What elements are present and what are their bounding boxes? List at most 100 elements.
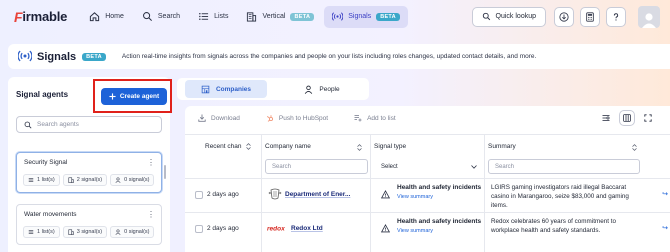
panel-title: Signal agents (16, 90, 69, 99)
table-toolbar: Download Push to HubSpot Add to list (185, 106, 670, 130)
list-icon (199, 13, 209, 20)
push-to-hubspot-label: Push to HubSpot (278, 114, 329, 122)
beta-badge: BETA (376, 12, 400, 21)
sort-icon[interactable] (357, 144, 362, 151)
column-label: Signal type (374, 143, 407, 150)
agent-card[interactable]: Security Signal ⋮ 1 list(s) 2 signal(s) … (16, 152, 162, 193)
tab-companies-label: Companies (215, 85, 252, 93)
agent-lists-count: 1 list(s) (23, 174, 60, 186)
summary-filter-input[interactable]: Search (488, 159, 640, 174)
nav-signals[interactable]: Signals BETA (324, 5, 408, 28)
more-options-icon[interactable]: ⋮ (147, 210, 155, 219)
user-avatar-icon (642, 12, 656, 28)
firmable-logo[interactable]: F irmable (14, 9, 67, 25)
table-view-controls (598, 110, 656, 126)
nav-signals-label: Signals (348, 13, 372, 20)
tab-people[interactable]: People (281, 80, 363, 98)
row-checkbox[interactable] (195, 191, 203, 199)
column-header-signal-type[interactable]: Signal type (374, 143, 406, 150)
agent-name: Security Signal (24, 159, 68, 166)
add-to-list-label: Add to list (367, 114, 396, 122)
view-summary-link[interactable]: View summary (397, 228, 481, 234)
nav-vertical[interactable]: Vertical BETA (238, 6, 322, 28)
help-icon (613, 12, 619, 21)
more-options-icon[interactable]: ⋮ (147, 158, 155, 167)
signal-type-cell: Health and safety incidents View summary (397, 184, 481, 200)
hubspot-icon (266, 115, 273, 122)
quick-lookup-button[interactable]: Quick lookup (471, 6, 546, 27)
filter-columns-button[interactable] (598, 110, 614, 126)
panel-resize-handle[interactable] (164, 165, 166, 179)
nav-vertical-label: Vertical (262, 13, 286, 20)
download-button[interactable] (554, 6, 574, 27)
building-icon (68, 177, 74, 183)
search-icon (142, 12, 152, 21)
nav-home[interactable]: Home (81, 6, 132, 28)
calculator-button[interactable] (580, 6, 600, 27)
agent-name: Water movements (24, 211, 77, 218)
avatar[interactable] (638, 5, 660, 28)
search-agents-input[interactable]: Search agents (16, 116, 162, 133)
create-agent-highlight: Create agent (93, 79, 172, 113)
column-label: Recent chan (205, 143, 242, 150)
columns-icon (623, 114, 631, 122)
add-to-list-action[interactable]: Add to list (354, 114, 396, 122)
open-details-icon[interactable]: ↪ (662, 224, 668, 232)
redox-logo: redox (267, 226, 285, 233)
logo-letter: F (14, 8, 23, 25)
table-row[interactable]: 2 days ago Department of Ener... Health … (185, 178, 670, 212)
building-icon (247, 12, 257, 22)
download-icon (559, 11, 569, 22)
column-header-company-name[interactable]: Company name (265, 143, 311, 150)
warning-icon (381, 190, 390, 199)
search-agents-placeholder: Search agents (37, 121, 79, 128)
filter-placeholder: Search (272, 163, 292, 170)
columns-button[interactable] (619, 110, 635, 126)
column-label: Company name (265, 143, 311, 150)
calculator-icon (586, 11, 594, 22)
sort-icon[interactable] (632, 144, 637, 151)
plus-icon (109, 93, 116, 100)
building-icon (201, 85, 210, 93)
view-summary-link[interactable]: View summary (397, 194, 481, 200)
row-checkbox[interactable] (195, 225, 203, 233)
page-header: Signals BETA Action real-time insights f… (8, 44, 670, 69)
agent-signals-label: 3 signal(s) (76, 229, 103, 235)
signal-type-select[interactable]: Select (374, 159, 483, 174)
add-list-icon (354, 115, 362, 122)
column-header-recent-change[interactable]: Recent chan (205, 143, 251, 150)
table-row[interactable]: 2 days ago redox Redox Ltd Health and sa… (185, 212, 670, 246)
agent-people-label: 0 signal(s) (124, 229, 150, 235)
recent-change-cell: 2 days ago (207, 225, 239, 232)
building-icon (68, 229, 74, 235)
agent-signals-label: 2 signal(s) (76, 177, 103, 183)
agent-lists-label: 1 list(s) (37, 229, 55, 235)
nav-lists-label: Lists (214, 13, 229, 20)
warning-icon (381, 224, 390, 233)
beta-badge: BETA (290, 12, 315, 21)
help-button[interactable] (606, 6, 626, 27)
home-icon (90, 12, 100, 22)
tab-people-label: People (319, 85, 340, 93)
open-details-icon[interactable]: ↪ (662, 190, 668, 198)
top-navigation: F irmable Home Search Lists Vertical BET… (0, 0, 670, 33)
expand-button[interactable] (640, 110, 656, 126)
nav-search-label: Search (157, 13, 181, 20)
entity-tabs: Companies People (177, 78, 369, 100)
tab-companies[interactable]: Companies (185, 80, 267, 98)
search-icon (482, 12, 490, 21)
column-header-summary[interactable]: Summary (488, 143, 516, 150)
push-to-hubspot-action[interactable]: Push to HubSpot (266, 114, 328, 122)
download-action[interactable]: Download (198, 114, 240, 122)
nav-search[interactable]: Search (134, 6, 188, 28)
agent-card[interactable]: Water movements ⋮ 1 list(s) 3 signal(s) … (16, 204, 162, 245)
signal-icon (17, 49, 33, 65)
person-icon (115, 229, 121, 235)
create-agent-button[interactable]: Create agent (101, 88, 167, 105)
company-name-filter-input[interactable]: Search (265, 159, 368, 174)
company-name-link[interactable]: Department of Ener... (285, 191, 350, 198)
download-icon (198, 114, 206, 122)
agent-lists-count: 1 list(s) (23, 226, 60, 238)
company-name-link[interactable]: Redox Ltd (291, 225, 323, 232)
nav-lists[interactable]: Lists (190, 6, 236, 28)
